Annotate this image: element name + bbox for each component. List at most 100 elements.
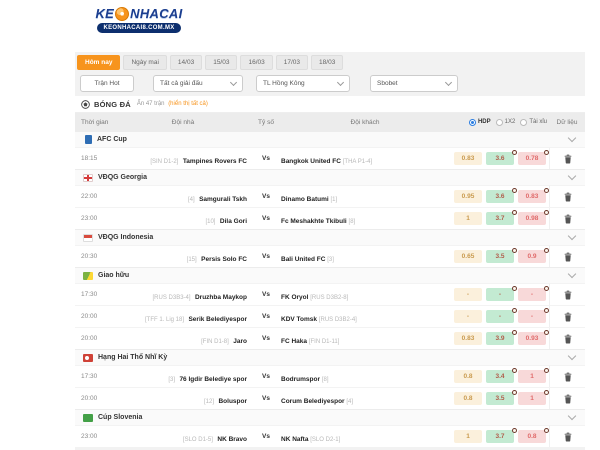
data-cell bbox=[549, 388, 585, 409]
odd-home-hdp[interactable]: 1 bbox=[454, 430, 482, 443]
odd-line[interactable]: - bbox=[486, 310, 514, 323]
match-row[interactable]: 20:30 [15] Persis Solo FC Vs Bali United… bbox=[75, 245, 585, 267]
odds-cell: 0.95 3.6 0.83 bbox=[451, 190, 549, 203]
odd-line[interactable]: 3.4 bbox=[486, 370, 514, 383]
odd-home-hdp[interactable]: - bbox=[454, 288, 482, 301]
match-data-icon[interactable] bbox=[564, 192, 572, 202]
odd-away-hdp[interactable]: - bbox=[518, 310, 546, 323]
league-header-row[interactable]: Hạng Hai Thổ Nhĩ Kỳ bbox=[75, 349, 585, 365]
odd-line[interactable]: - bbox=[486, 288, 514, 301]
chevron-down-icon[interactable] bbox=[568, 134, 576, 142]
date-tab[interactable]: Ngày mai bbox=[123, 55, 166, 70]
match-row[interactable]: 17:30 [RUS D3B3-4] Druzhba Maykop Vs FK … bbox=[75, 283, 585, 305]
odd-home-hdp[interactable]: 0.83 bbox=[454, 332, 482, 345]
odd-line[interactable]: 3.6 bbox=[486, 152, 514, 165]
odd-home-hdp[interactable]: 0.83 bbox=[454, 152, 482, 165]
match-data-icon[interactable] bbox=[564, 432, 572, 442]
hot-matches-button[interactable]: Trận Hot bbox=[80, 75, 134, 92]
match-data-icon[interactable] bbox=[564, 252, 572, 262]
league-name: Hạng Hai Thổ Nhĩ Kỳ bbox=[98, 354, 167, 361]
data-cell bbox=[549, 208, 585, 229]
site-logo[interactable]: KE NHACAI KEONHACAI8.COM.MX bbox=[84, 6, 194, 33]
odd-away-hdp[interactable]: 0.83 bbox=[518, 190, 546, 203]
data-cell bbox=[549, 306, 585, 327]
odd-line[interactable]: 3.9 bbox=[486, 332, 514, 345]
league-filter-select[interactable]: Tất cả giải đấu bbox=[153, 75, 243, 92]
odd-home-hdp[interactable]: 1 bbox=[454, 212, 482, 225]
match-data-icon[interactable] bbox=[564, 394, 572, 404]
odd-away-hdp[interactable]: 0.78 bbox=[518, 152, 546, 165]
chevron-down-icon[interactable] bbox=[568, 352, 576, 360]
odds-mode-hdp[interactable]: HDP bbox=[469, 119, 491, 126]
odds-type-select[interactable]: TL Hồng Kông bbox=[256, 75, 350, 92]
odd-line[interactable]: 3.6 bbox=[486, 190, 514, 203]
home-team-cell: [10] Dila Gori bbox=[113, 210, 253, 228]
odd-line[interactable]: 3.7 bbox=[486, 212, 514, 225]
away-team-name: Dinamo Batumi bbox=[281, 196, 330, 203]
home-team-rank: [TFF 1. Lig 18] bbox=[145, 317, 184, 323]
chevron-down-icon[interactable] bbox=[568, 412, 576, 420]
odds-mode-taixiu[interactable]: Tài xỉu bbox=[520, 119, 547, 126]
match-row[interactable]: 22:00 [4] Samgurali Tskh Vs Dinamo Batum… bbox=[75, 185, 585, 207]
odd-line[interactable]: 3.5 bbox=[486, 250, 514, 263]
date-tab[interactable]: 17/03 bbox=[276, 55, 308, 70]
match-row[interactable]: 23:00 [10] Dila Gori Vs Fc Meshakhte Tki… bbox=[75, 207, 585, 229]
vs-label: Vs bbox=[253, 395, 279, 402]
home-team-rank: [4] bbox=[188, 197, 195, 203]
chevron-down-icon[interactable] bbox=[568, 270, 576, 278]
date-tab[interactable]: Hôm nay bbox=[77, 55, 120, 70]
odds-cell: 0.8 3.4 1 bbox=[451, 370, 549, 383]
show-all-link[interactable]: (hiển thị tất cả) bbox=[168, 101, 208, 107]
date-tab[interactable]: 16/03 bbox=[240, 55, 272, 70]
odd-line[interactable]: 3.7 bbox=[486, 430, 514, 443]
table-header: Thời gian Đội nhà Tỷ số Đội khách HDP 1X… bbox=[75, 113, 585, 131]
date-tab[interactable]: 18/03 bbox=[311, 55, 343, 70]
away-team-cell: Dinamo Batumi [1] bbox=[279, 188, 451, 206]
odd-away-hdp[interactable]: - bbox=[518, 288, 546, 301]
home-team-rank: [10] bbox=[205, 219, 215, 225]
match-data-icon[interactable] bbox=[564, 372, 572, 382]
league-header-row[interactable]: AFC Cup bbox=[75, 131, 585, 147]
chevron-down-icon[interactable] bbox=[568, 232, 576, 240]
away-team-cell: FC Haka [FIN D1-11] bbox=[279, 330, 451, 348]
hidden-matches-note[interactable]: Ẩn 47 trận (hiển thị tất cả) bbox=[137, 101, 208, 107]
radio-icon bbox=[520, 119, 527, 126]
match-data-icon[interactable] bbox=[564, 154, 572, 164]
odd-away-hdp[interactable]: 0.8 bbox=[518, 430, 546, 443]
odd-home-hdp[interactable]: 0.8 bbox=[454, 370, 482, 383]
odd-away-hdp[interactable]: 0.9 bbox=[518, 250, 546, 263]
league-header-row[interactable]: VĐQG Indonesia bbox=[75, 229, 585, 245]
odd-away-hdp[interactable]: 1 bbox=[518, 392, 546, 405]
match-data-icon[interactable] bbox=[564, 312, 572, 322]
league-header-row[interactable]: Cúp Slovenia bbox=[75, 409, 585, 425]
match-row[interactable]: 18:15 [SIN D1-2] Tampines Rovers FC Vs B… bbox=[75, 147, 585, 169]
odd-home-hdp[interactable]: 0.95 bbox=[454, 190, 482, 203]
match-row[interactable]: 20:00 [FIN D1-8] Jaro Vs FC Haka [FIN D1… bbox=[75, 327, 585, 349]
chevron-down-icon[interactable] bbox=[568, 172, 576, 180]
odd-home-hdp[interactable]: - bbox=[454, 310, 482, 323]
date-tab[interactable]: 14/03 bbox=[170, 55, 202, 70]
match-row[interactable]: 23:00 [SLO D1-5] NK Bravo Vs NK Nafta [S… bbox=[75, 425, 585, 447]
match-data-icon[interactable] bbox=[564, 334, 572, 344]
data-cell bbox=[549, 148, 585, 169]
home-team-name: Jaro bbox=[233, 338, 247, 345]
match-time: 20:00 bbox=[75, 395, 113, 402]
date-tab[interactable]: 15/03 bbox=[205, 55, 237, 70]
odd-line[interactable]: 3.5 bbox=[486, 392, 514, 405]
odd-away-hdp[interactable]: 0.93 bbox=[518, 332, 546, 345]
league-header-row[interactable]: Giao hữu bbox=[75, 267, 585, 283]
odd-away-hdp[interactable]: 0.98 bbox=[518, 212, 546, 225]
odd-home-hdp[interactable]: 0.8 bbox=[454, 392, 482, 405]
match-time: 22:00 bbox=[75, 193, 113, 200]
match-row[interactable]: 17:30 [3] 76 Igdir Belediye spor Vs Bodr… bbox=[75, 365, 585, 387]
match-data-icon[interactable] bbox=[564, 290, 572, 300]
odds-mode-1x2[interactable]: 1X2 bbox=[496, 119, 516, 126]
match-row[interactable]: 20:00 [TFF 1. Lig 18] Serik Belediyespor… bbox=[75, 305, 585, 327]
odd-home-hdp[interactable]: 0.65 bbox=[454, 250, 482, 263]
match-data-icon[interactable] bbox=[564, 214, 572, 224]
match-row[interactable]: 20:00 [12] Boluspor Vs Corum Belediyespo… bbox=[75, 387, 585, 409]
bookmaker-select[interactable]: Sbobet bbox=[370, 75, 458, 92]
away-team-rank: [4] bbox=[346, 399, 353, 405]
odd-away-hdp[interactable]: 1 bbox=[518, 370, 546, 383]
league-header-row[interactable]: VĐQG Georgia bbox=[75, 169, 585, 185]
